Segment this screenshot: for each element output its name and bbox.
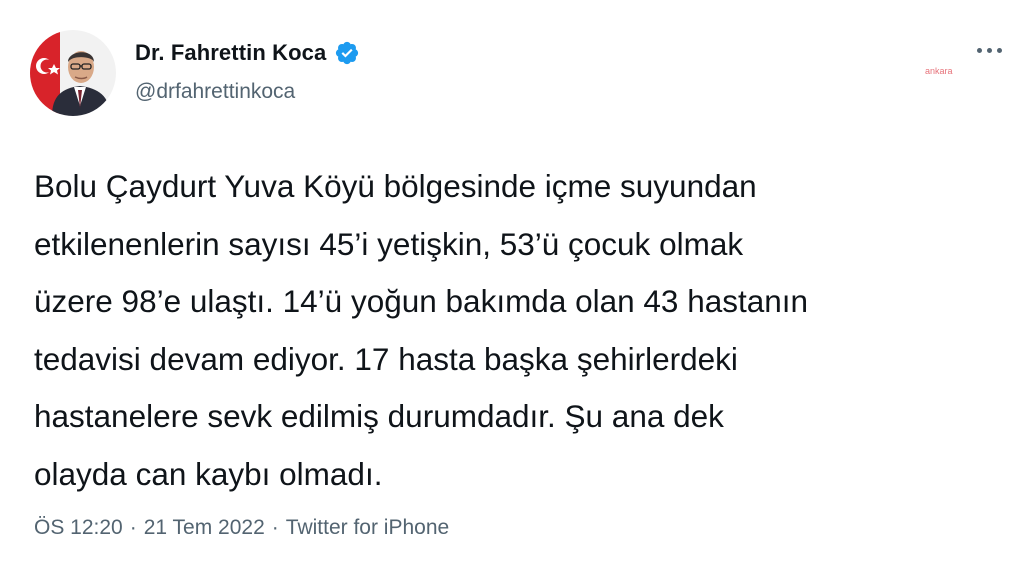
meta-separator: · [271,516,279,539]
tweet-card: Dr. Fahrettin Koca @drfahrettinkoca anka… [0,0,1024,576]
more-dot [987,48,992,53]
meta-separator: · [129,516,137,539]
more-dot [997,48,1002,53]
tweet-text: Bolu Çaydurt Yuva Köyü bölgesinde içme s… [34,168,809,492]
verified-badge-icon [336,41,359,65]
tweet-date[interactable]: 21 Tem 2022 [144,516,265,540]
author-avatar[interactable] [30,30,116,116]
tweet-source[interactable]: Twitter for iPhone [286,516,449,540]
author-display-name[interactable]: Dr. Fahrettin Koca [135,40,326,66]
profile-photo-icon [30,30,116,116]
author-handle[interactable]: @drfahrettinkoca [135,80,295,104]
watermark: ankara [925,66,953,76]
tweet-meta: ÖS 12:20 · 21 Tem 2022 · Twitter for iPh… [34,516,449,540]
tweet-time[interactable]: ÖS 12:20 [34,516,123,540]
more-options-icon[interactable] [977,48,1002,53]
author-name-row: Dr. Fahrettin Koca [135,40,360,66]
more-dot [977,48,982,53]
